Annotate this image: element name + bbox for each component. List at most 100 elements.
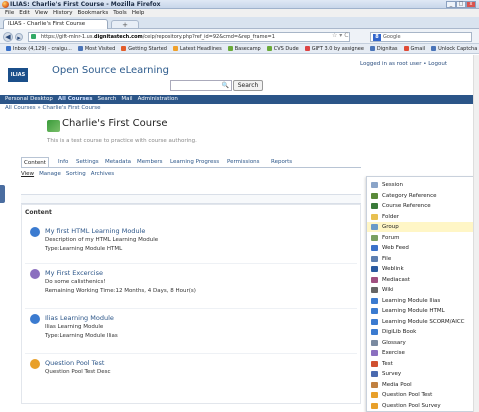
bookmark-item[interactable]: CVS Dude bbox=[266, 44, 299, 53]
subtab-sorting[interactable]: Sorting bbox=[66, 171, 86, 177]
bookmark-item[interactable]: Gmail bbox=[403, 44, 425, 53]
bookmark-item[interactable]: Getting Started bbox=[121, 44, 167, 53]
menu-item-label: Question Pool Test bbox=[382, 392, 433, 398]
maximize-button[interactable]: □ bbox=[456, 1, 466, 8]
menu-item-icon bbox=[371, 318, 378, 325]
menu-item-label: File bbox=[382, 255, 392, 262]
menu-help[interactable]: Help bbox=[132, 10, 145, 16]
add-menu-item[interactable]: Wiki bbox=[367, 285, 475, 295]
add-menu-item[interactable]: Category Reference bbox=[367, 191, 475, 201]
menu-history[interactable]: History bbox=[53, 10, 73, 16]
menu-tools[interactable]: Tools bbox=[113, 10, 127, 16]
menu-item-icon bbox=[371, 297, 378, 304]
add-menu-item[interactable]: File bbox=[367, 254, 475, 264]
lock-icon bbox=[31, 34, 36, 39]
bookmark-star-icon[interactable]: ☆ ▾ C bbox=[332, 32, 348, 39]
tab-learning-progress[interactable]: Learning Progress bbox=[168, 157, 221, 167]
bookmark-item[interactable]: Inbox (4,129) - craigu... bbox=[6, 44, 72, 53]
side-panel-toggle[interactable] bbox=[0, 185, 5, 203]
bookmark-icon bbox=[369, 46, 375, 51]
menu-edit[interactable]: Edit bbox=[19, 10, 30, 16]
add-menu-item[interactable]: Learning Module SCORM/AICC bbox=[367, 317, 475, 327]
tab-settings[interactable]: Settings bbox=[74, 157, 101, 167]
search-input[interactable]: 🔍 bbox=[170, 80, 232, 91]
bookmark-item[interactable]: Latest Headlines bbox=[172, 44, 222, 53]
forward-arrow-icon[interactable]: ▸ bbox=[15, 33, 23, 42]
bookmark-item[interactable]: Most Visited bbox=[77, 44, 115, 53]
vertical-scrollbar[interactable] bbox=[473, 55, 479, 412]
add-menu-item[interactable]: DigiLib Book bbox=[367, 327, 475, 337]
course-description: This is a test course to practice with c… bbox=[47, 138, 197, 144]
tab-metadata[interactable]: Metadata bbox=[103, 157, 133, 167]
tab-divider bbox=[21, 167, 361, 168]
subtab-manage[interactable]: Manage bbox=[39, 171, 61, 177]
bookmark-item[interactable]: Dignitas bbox=[369, 44, 398, 53]
add-menu-item[interactable]: Learning Module Ilias bbox=[367, 296, 475, 306]
add-menu-item[interactable]: Weblink bbox=[367, 264, 475, 274]
browser-tab[interactable]: ILIAS - Charlie's First Course bbox=[3, 19, 108, 29]
menu-view[interactable]: View bbox=[35, 10, 48, 16]
add-menu-item[interactable]: Group bbox=[367, 222, 475, 232]
bookmark-item[interactable]: Unlock Captcha bbox=[431, 44, 477, 53]
url-field[interactable]: https://gift-mlnr-1.us.dignitastech.com/… bbox=[28, 32, 350, 42]
menu-bookmarks[interactable]: Bookmarks bbox=[78, 10, 109, 16]
new-tab-button[interactable]: + bbox=[111, 20, 139, 29]
bookmark-label: GIFT 3.0 by assignee bbox=[311, 46, 364, 52]
nav-search[interactable]: Search bbox=[97, 95, 116, 104]
add-menu-item[interactable]: Glossary bbox=[367, 338, 475, 348]
item-title-link[interactable]: Question Pool Test bbox=[45, 359, 104, 367]
add-menu-item[interactable]: Folder bbox=[367, 212, 475, 222]
add-menu-item[interactable]: Course Reference bbox=[367, 201, 475, 211]
item-detail: Description of my HTML Learning Module bbox=[45, 237, 159, 243]
item-separator bbox=[25, 353, 357, 354]
bookmark-icon bbox=[172, 46, 178, 51]
search-engine-field[interactable]: 8 Google bbox=[370, 32, 472, 42]
nav-mail[interactable]: Mail bbox=[121, 95, 132, 104]
menu-item-label: Learning Module SCORM/AICC bbox=[382, 318, 465, 325]
tab-reports[interactable]: Reports bbox=[269, 157, 294, 167]
nav-administration[interactable]: Administration bbox=[138, 95, 178, 104]
item-detail: Type:Learning Module Ilias bbox=[45, 333, 118, 339]
item-separator bbox=[25, 308, 357, 309]
window-title: ILIAS: Charlie's First Course - Mozilla … bbox=[10, 1, 161, 8]
item-separator bbox=[25, 263, 357, 264]
bookmark-item[interactable]: Basecamp bbox=[227, 44, 261, 53]
bookmark-label: CVS Dude bbox=[273, 46, 299, 52]
add-menu-item[interactable]: Exercise bbox=[367, 348, 475, 358]
subtab-view[interactable]: View bbox=[21, 171, 34, 177]
item-title-link[interactable]: My first HTML Learning Module bbox=[45, 227, 145, 235]
tab-members[interactable]: Members bbox=[135, 157, 165, 167]
bookmark-item[interactable]: GIFT 3.0 by assignee bbox=[304, 44, 364, 53]
logged-in-status[interactable]: Logged in as root user • Logout bbox=[360, 61, 447, 67]
menu-file[interactable]: File bbox=[5, 10, 14, 16]
add-menu-item[interactable]: Survey bbox=[367, 369, 475, 379]
minimize-button[interactable]: _ bbox=[446, 1, 456, 8]
add-menu-item[interactable]: Session bbox=[367, 180, 475, 190]
bookmark-label: Basecamp bbox=[234, 46, 261, 52]
add-menu-item[interactable]: Forum bbox=[367, 233, 475, 243]
ilias-logo[interactable]: ILIAS bbox=[8, 68, 28, 82]
add-menu-item[interactable]: Test bbox=[367, 359, 475, 369]
nav-personal-desktop[interactable]: Personal Desktop bbox=[5, 95, 53, 104]
menu-item-label: Survey bbox=[382, 371, 402, 377]
add-menu-item[interactable]: Question Pool Test bbox=[367, 390, 475, 400]
add-menu-item[interactable]: Mediacast bbox=[367, 275, 475, 285]
add-menu-item[interactable]: Web Feed bbox=[367, 243, 475, 253]
back-arrow-icon[interactable]: ◀ bbox=[3, 32, 13, 42]
nav-all-courses[interactable]: All Courses bbox=[58, 95, 93, 104]
item-title-link[interactable]: Ilias Learning Module bbox=[45, 314, 114, 322]
menu-item-icon bbox=[371, 381, 378, 388]
tab-info[interactable]: Info bbox=[56, 157, 70, 167]
tab-permissions[interactable]: Permissions bbox=[225, 157, 262, 167]
breadcrumb[interactable]: All Courses » Charlie's First Course bbox=[5, 105, 101, 111]
search-button[interactable]: Search bbox=[233, 80, 263, 91]
close-button[interactable]: x bbox=[466, 1, 476, 8]
url-domain: dignitastech.com bbox=[94, 34, 143, 40]
add-menu-item[interactable]: Learning Module HTML bbox=[367, 306, 475, 316]
add-menu-item[interactable]: Question Pool Survey bbox=[367, 401, 475, 411]
tab-content[interactable]: Content bbox=[21, 157, 49, 167]
subtab-archives[interactable]: Archives bbox=[91, 171, 114, 177]
firefox-icon bbox=[2, 1, 9, 8]
item-title-link[interactable]: My First Excercise bbox=[45, 269, 103, 277]
add-menu-item[interactable]: Media Pool bbox=[367, 380, 475, 390]
